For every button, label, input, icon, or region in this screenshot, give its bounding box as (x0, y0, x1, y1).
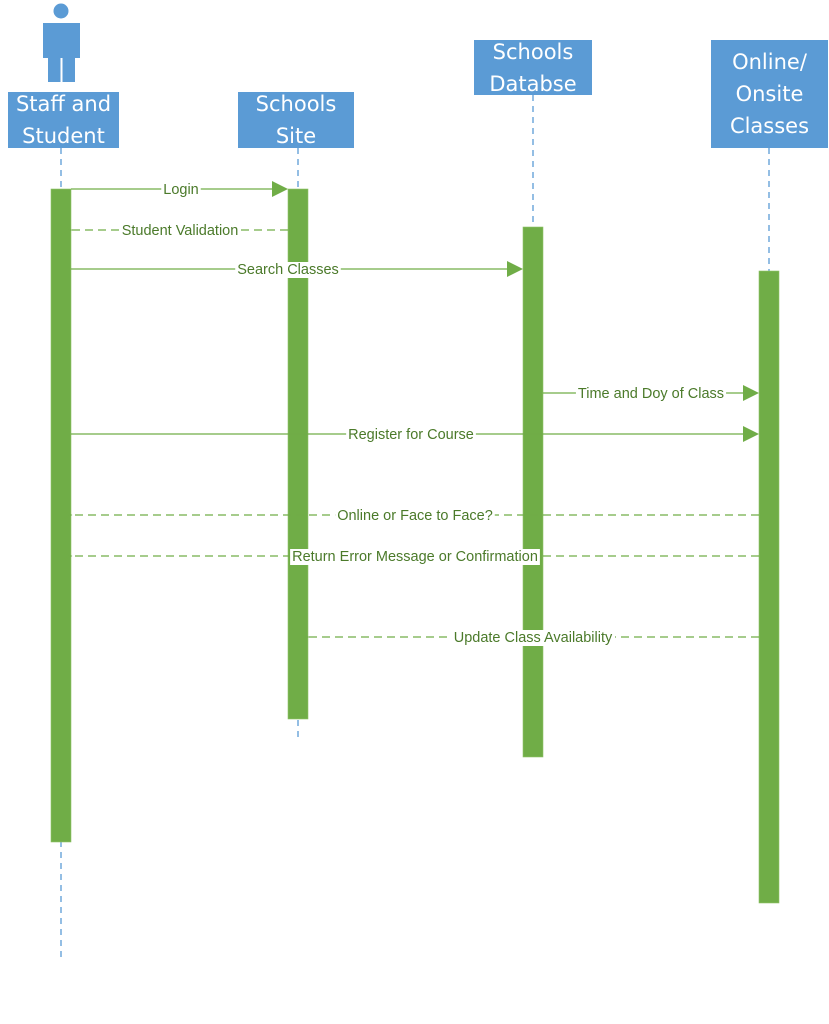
message-5: Register for Course (71, 426, 759, 443)
message-label: Register for Course (348, 427, 474, 443)
message-6: Online or Face to Face? (54, 506, 759, 524)
person-icon (43, 3, 80, 82)
message-label: Online or Face to Face? (337, 508, 493, 524)
message-2: Student Validation (54, 221, 288, 239)
message-label: Login (163, 182, 198, 198)
activation-bar-staff (50, 188, 72, 843)
activation-bar-classes (758, 270, 780, 904)
sequence-diagram: Login Student Validation Search Classes Tim… (43, 3, 780, 958)
filled-arrowhead-icon (272, 181, 288, 197)
message-label: Update Class Availability (454, 630, 613, 646)
message-label: Time and Doy of Class (578, 386, 724, 402)
filled-arrowhead-icon (743, 385, 759, 401)
message-label: Student Validation (122, 223, 239, 239)
filled-arrowhead-icon (507, 261, 523, 277)
message-8: Update Class Availability (291, 628, 759, 646)
message-1: Login (71, 181, 288, 198)
message-7: Return Error Message or Confirmation (54, 547, 759, 565)
message-3: Search Classes (71, 261, 523, 278)
message-label: Return Error Message or Confirmation (292, 549, 538, 565)
filled-arrowhead-icon (743, 426, 759, 442)
message-label: Search Classes (237, 262, 339, 278)
activation-bar-db (522, 226, 544, 758)
message-4: Time and Doy of Class (543, 385, 759, 402)
